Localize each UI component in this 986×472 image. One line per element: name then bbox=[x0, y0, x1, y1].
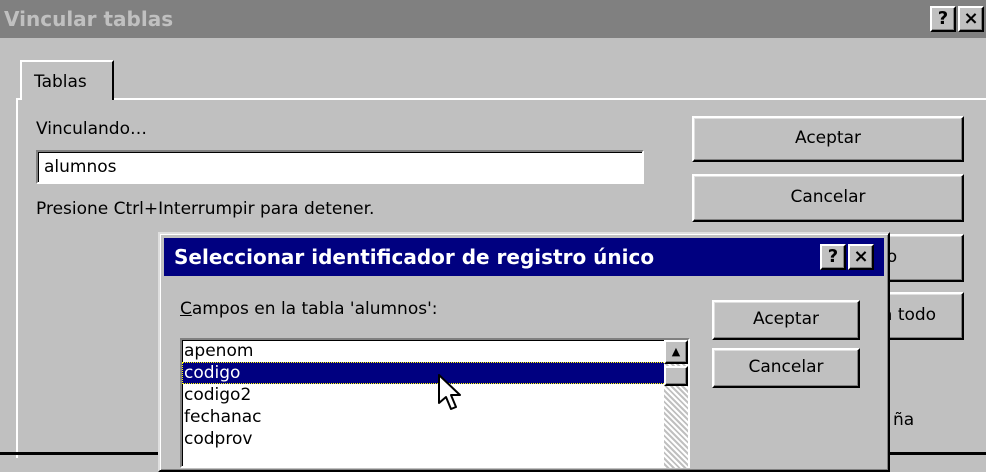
fields-scrollbar[interactable]: ▲ bbox=[664, 340, 688, 468]
dialog-close-button[interactable]: × bbox=[848, 244, 874, 270]
scroll-up-button[interactable]: ▲ bbox=[664, 340, 688, 364]
hidden-button-4-label: a todo bbox=[882, 305, 937, 325]
arrow-pointer-icon bbox=[438, 374, 461, 410]
dialog-title: Seleccionar identificador de registro ún… bbox=[174, 245, 655, 269]
linking-label: Vinculando… bbox=[36, 119, 147, 139]
dialog-cancel-button[interactable]: Cancelar bbox=[712, 348, 860, 388]
fields-listbox[interactable]: apenom codigo codigo2 fechanac codprov bbox=[180, 338, 690, 468]
fields-label-hotkey: C bbox=[180, 299, 192, 319]
list-item[interactable]: codigo2 bbox=[182, 384, 688, 406]
status-text: Presione Ctrl+Interrumpir para detener. bbox=[36, 199, 375, 219]
window-title: Vincular tablas bbox=[4, 7, 174, 31]
up-arrow-icon: ▲ bbox=[671, 345, 681, 358]
accept-button[interactable]: Aceptar bbox=[692, 116, 964, 162]
hidden-option-label: ña bbox=[893, 410, 915, 430]
cancel-button[interactable]: Cancelar bbox=[692, 174, 964, 222]
tab-tablas[interactable]: Tablas bbox=[20, 60, 114, 100]
scroll-thumb[interactable] bbox=[664, 366, 688, 386]
window-title-bar: Vincular tablas bbox=[0, 0, 986, 38]
fields-label-text: ampos en la tabla 'alumnos': bbox=[191, 299, 438, 319]
dialog-accept-button[interactable]: Aceptar bbox=[712, 300, 860, 340]
list-item[interactable]: codprov bbox=[182, 428, 688, 450]
dialog-help-button[interactable]: ? bbox=[820, 244, 846, 270]
help-button[interactable]: ? bbox=[930, 6, 956, 32]
fields-label: Campos en la tabla 'alumnos': bbox=[180, 296, 438, 322]
table-name-field[interactable]: alumnos bbox=[36, 150, 644, 184]
dialog-title-bar: Seleccionar identificador de registro ún… bbox=[164, 238, 884, 276]
list-item[interactable]: apenom bbox=[182, 340, 688, 362]
list-item[interactable]: fechanac bbox=[182, 406, 688, 428]
close-button[interactable]: × bbox=[958, 6, 984, 32]
list-item-selected[interactable]: codigo bbox=[182, 362, 688, 384]
tab-label: Tablas bbox=[34, 72, 87, 92]
